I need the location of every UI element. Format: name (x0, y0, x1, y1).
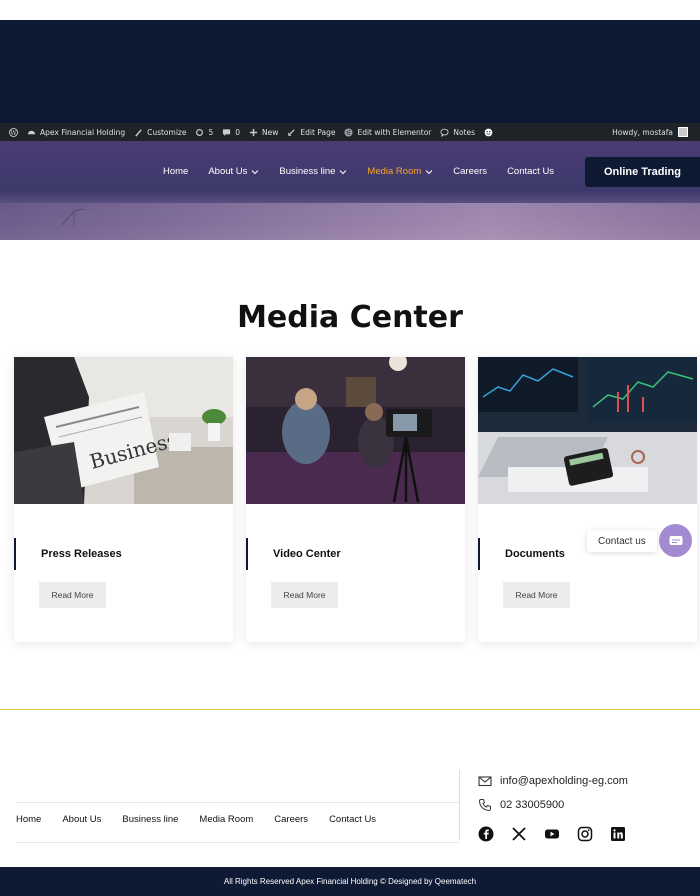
admin-notes-link[interactable]: Notes (440, 128, 475, 137)
card-title: Press Releases (14, 538, 122, 570)
media-card-press-releases: Business Press Releases Read More (14, 357, 233, 642)
admin-elementor-link[interactable]: Edit with Elementor (344, 128, 431, 137)
admin-site-name: Apex Financial Holding (40, 127, 126, 137)
admin-edit-page-link[interactable]: Edit Page (287, 128, 335, 137)
notes-icon (440, 128, 449, 137)
nav-label: Careers (453, 166, 488, 177)
newspaper-photo-icon: Business (14, 357, 233, 504)
admin-customize-link[interactable]: Customize (134, 128, 186, 137)
footer-divider (0, 709, 700, 710)
read-more-button[interactable]: Read More (503, 582, 570, 608)
youtube-icon[interactable] (544, 826, 560, 842)
nav-item-media-room[interactable]: Media Room (367, 166, 433, 177)
admin-bar: W Apex Financial Holding Customize 5 0 N… (0, 123, 700, 141)
admin-new-link[interactable]: New (249, 128, 278, 137)
video-camera-photo-icon (246, 357, 465, 504)
admin-comments-link[interactable]: 0 (222, 128, 240, 137)
footer-nav: Home About Us Business line Media Room C… (16, 814, 397, 825)
admin-account[interactable]: Howdy, mostafa (612, 127, 688, 137)
chat-bubble-icon (669, 535, 682, 545)
media-card-documents: Documents Read More (478, 357, 697, 642)
contact-chat-button[interactable] (659, 524, 692, 557)
footer-phone-text: 02 33005900 (500, 799, 565, 811)
mail-icon (478, 776, 492, 787)
dashboard-icon (27, 130, 36, 134)
linkedin-icon[interactable] (610, 826, 626, 842)
admin-edit-page-label: Edit Page (300, 127, 336, 137)
nav-item-business-line[interactable]: Business line (279, 166, 347, 177)
top-margin (0, 0, 700, 20)
comment-icon (223, 128, 231, 136)
main-nav: Home About Us Business line Media Room C… (163, 166, 574, 177)
card-title: Documents (478, 538, 565, 570)
footer-vertical-divider (459, 770, 460, 840)
footer-link-home[interactable]: Home (16, 814, 41, 825)
phone-icon (478, 799, 491, 812)
read-more-button[interactable]: Read More (39, 582, 106, 608)
admin-updates-count: 5 (208, 127, 214, 137)
plus-icon (249, 128, 258, 136)
chevron-down-icon (252, 169, 259, 174)
smiley-icon (484, 128, 493, 136)
admin-comments-count: 0 (235, 127, 241, 137)
avatar (678, 127, 688, 137)
admin-customize-label: Customize (147, 127, 187, 137)
nav-item-home[interactable]: Home (163, 166, 188, 177)
nav-label: About Us (208, 166, 248, 177)
hero-sky-gradient (0, 203, 700, 240)
admin-howdy-label: Howdy, mostafa (612, 127, 673, 137)
facebook-icon[interactable] (478, 826, 494, 842)
refresh-icon (196, 128, 204, 136)
admin-notes-label: Notes (453, 127, 476, 137)
nav-item-careers[interactable]: Careers (453, 166, 487, 177)
wordpress-logo-icon[interactable]: W (9, 127, 18, 137)
crane-silhouette-icon (61, 208, 85, 226)
footer-phone[interactable]: 02 33005900 (478, 798, 564, 812)
online-trading-button[interactable]: Online Trading (585, 157, 700, 187)
social-links (478, 826, 626, 842)
x-icon[interactable] (511, 826, 527, 842)
svg-text:W: W (10, 129, 17, 136)
nav-item-contact-us[interactable]: Contact Us (507, 166, 554, 177)
nav-label: Media Room (367, 166, 422, 177)
admin-new-label: New (262, 127, 279, 137)
admin-emoji-link[interactable] (484, 128, 493, 137)
nav-label: Home (163, 166, 189, 177)
brush-icon (135, 128, 142, 137)
footer-link-contact-us[interactable]: Contact Us (329, 814, 376, 825)
footer-link-media-room[interactable]: Media Room (199, 814, 253, 825)
chevron-down-icon (425, 169, 433, 174)
admin-elementor-label: Edit with Elementor (357, 127, 432, 137)
trading-charts-photo-icon (478, 357, 697, 504)
nav-item-about-us[interactable]: About Us (208, 166, 259, 177)
contact-us-tooltip[interactable]: Contact us (587, 530, 657, 552)
footer-link-about-us[interactable]: About Us (62, 814, 101, 825)
pencil-icon (288, 128, 296, 136)
instagram-icon[interactable] (577, 826, 593, 842)
footer-email-text: info@apexholding-eg.com (500, 775, 628, 787)
card-image[interactable]: Business (14, 357, 233, 504)
page-title: Media Center (237, 300, 463, 335)
header-dark-band (0, 20, 700, 123)
footer-link-careers[interactable]: Careers (274, 814, 308, 825)
nav-label: Business line (279, 166, 336, 177)
nav-label: Contact Us (507, 166, 555, 177)
copyright-text: All Rights Reserved Apex Financial Holdi… (223, 877, 477, 886)
card-image[interactable] (478, 357, 697, 504)
admin-site-link[interactable]: Apex Financial Holding (27, 128, 125, 137)
navigation-hero: Home About Us Business line Media Room C… (0, 141, 700, 240)
card-title: Video Center (246, 538, 341, 570)
footer-email[interactable]: info@apexholding-eg.com (478, 774, 628, 788)
read-more-button[interactable]: Read More (271, 582, 338, 608)
chevron-down-icon (340, 169, 347, 174)
elementor-icon (344, 127, 354, 137)
footer-nav-bottom-line (16, 842, 459, 843)
footer-link-business-line[interactable]: Business line (122, 814, 178, 825)
admin-updates-link[interactable]: 5 (195, 128, 213, 137)
media-card-video-center: Video Center Read More (246, 357, 465, 642)
copyright-bar: All Rights Reserved Apex Financial Holdi… (0, 867, 700, 896)
card-image[interactable] (246, 357, 465, 504)
footer-nav-top-line (16, 802, 459, 803)
